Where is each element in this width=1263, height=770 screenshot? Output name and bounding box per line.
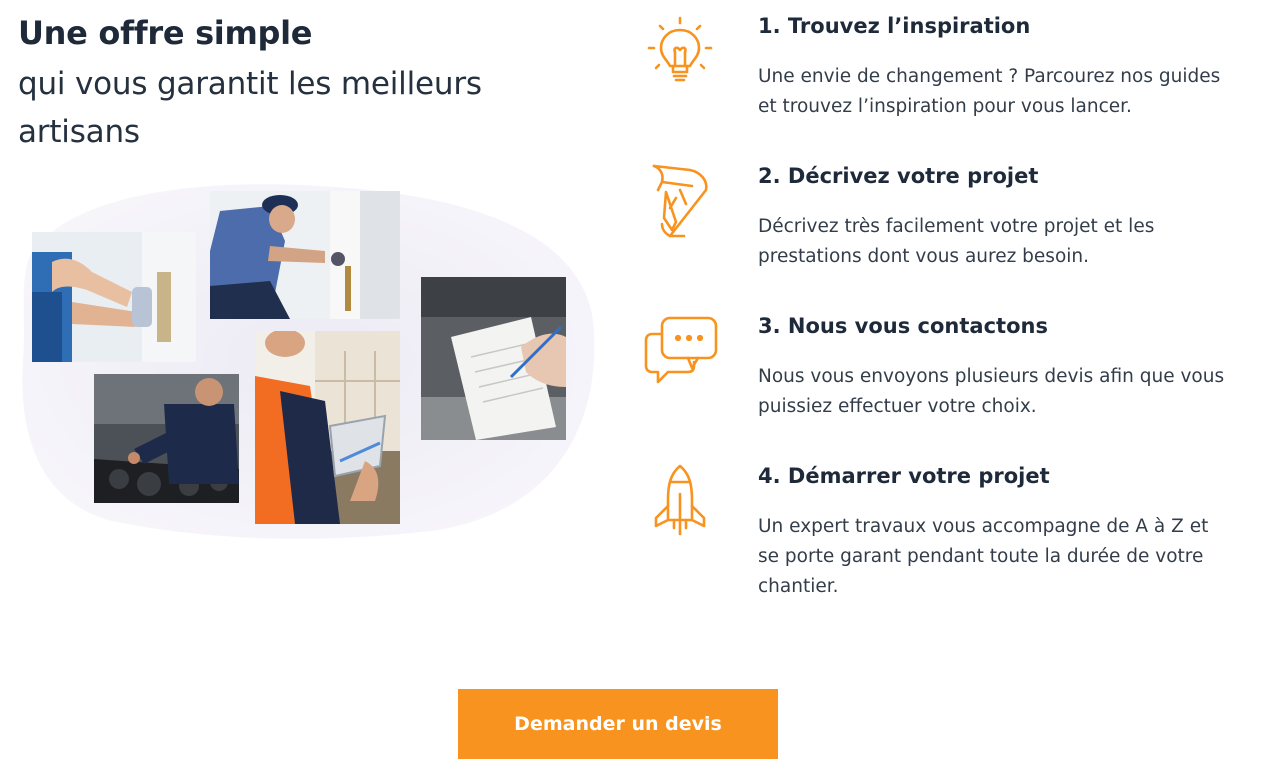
step-title: 1. Trouvez l’inspiration xyxy=(758,14,1031,38)
plumber-photo xyxy=(210,191,400,319)
step-title: 4. Démarrer votre projet xyxy=(758,464,1050,488)
pencil-paper-icon xyxy=(652,164,708,238)
mechanic-photo xyxy=(94,374,239,503)
request-quote-button[interactable]: Demander un devis xyxy=(458,689,778,759)
site-worker-tablet-photo xyxy=(255,331,400,524)
step-description: Nous vous envoyons plusieurs devis afin … xyxy=(758,366,1225,417)
page-title: Une offre simple xyxy=(18,14,313,52)
chat-bubbles-icon xyxy=(644,316,718,384)
rocket-icon xyxy=(654,464,706,536)
step-description: Un expert travaux vous accompagne de A à… xyxy=(758,516,1209,597)
step-title: 2. Décrivez votre projet xyxy=(758,164,1039,188)
photo-collage xyxy=(18,180,598,540)
step-description: Décrivez très facilement votre projet et… xyxy=(758,216,1155,267)
lightbulb-icon xyxy=(647,16,713,82)
step-title: 3. Nous vous contactons xyxy=(758,314,1048,338)
page-subtitle: qui vous garantit les meilleurs artisans xyxy=(18,66,482,150)
plasterer-photo xyxy=(32,232,196,362)
step-description: Une envie de changement ? Parcourez nos … xyxy=(758,66,1221,117)
page: Une offre simple qui vous garantit les m… xyxy=(0,0,1263,770)
clipboard-photo xyxy=(421,277,566,440)
